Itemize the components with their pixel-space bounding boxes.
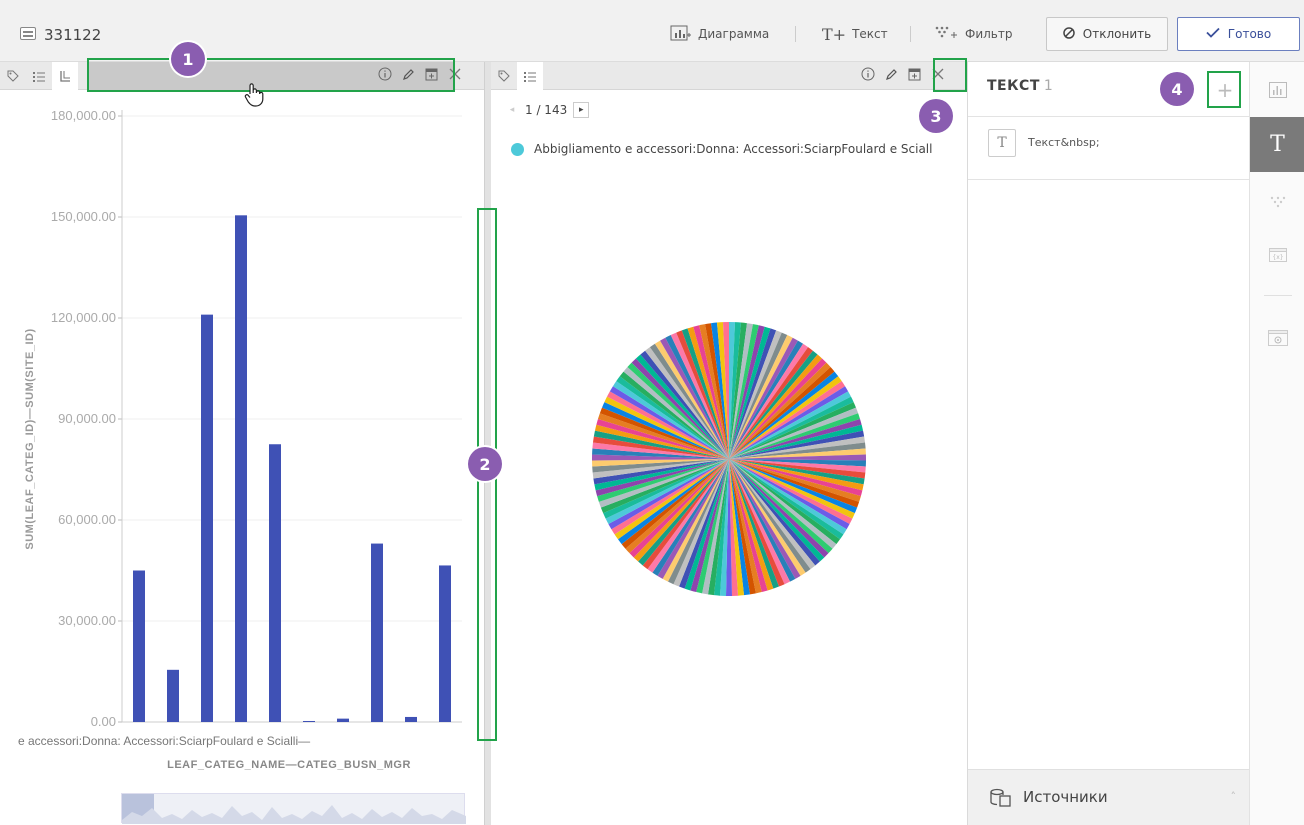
document-title: 331122 [44,26,102,44]
x-axis-label: LEAF_CATEG_NAME—CATEG_BUSN_MGR [167,759,411,771]
list-icon[interactable] [517,62,543,90]
step-badge-4: 4 [1160,72,1194,106]
sources-section[interactable]: Источники ˄ [968,769,1250,825]
chart-overview-scrollbar[interactable] [121,793,466,824]
step-badge-1: 1 [171,42,205,76]
info-icon[interactable] [861,67,875,85]
database-icon [990,788,1012,812]
y-tick-label: 60,000.00 [58,512,116,527]
pie-pane-tabs [491,62,543,90]
y-tick-label: 120,000.00 [51,310,116,325]
text-type-icon: T [988,129,1016,157]
x-tick-label: e accessori:Donna: Accessori:SciarpFoula… [18,734,310,748]
bar[interactable] [269,444,281,722]
checkmark-icon [1206,27,1220,41]
add-filter-label: Фильтр [965,27,1013,41]
chart-panel-icon[interactable] [1250,62,1304,117]
text-item-label: Текст&nbsp; [1028,136,1100,149]
text-panel: ТЕКСТ 1 + T Текст&nbsp; Источники ˄ [967,62,1250,825]
step-badge-3: 3 [919,99,953,133]
y-tick-label: 90,000.00 [58,411,116,426]
y-tick-label: 30,000.00 [58,613,116,628]
tag-icon[interactable] [0,62,26,90]
pencil-icon[interactable] [885,68,898,85]
highlight-drag-handle [87,58,455,92]
add-filter-button[interactable]: Фильтр [935,20,1012,48]
bar[interactable] [133,570,145,723]
hand-cursor-icon [244,83,264,107]
panel-count: 1 [1043,78,1054,94]
text-item[interactable]: T Текст&nbsp; [968,116,1250,180]
highlight-add-text [1207,71,1241,108]
expand-icon[interactable] [908,68,921,85]
bar[interactable] [439,565,451,722]
svg-text:{x}: {x} [1272,254,1283,261]
pie-chart [592,322,866,597]
add-filter-icon [935,26,959,43]
toolbar-divider [910,26,911,42]
done-label: Готово [1227,27,1272,41]
toolbar-divider [795,26,796,42]
overview-sparkline [122,794,466,824]
document-icon [20,27,36,40]
pie-chart-pane: ◂ 1 / 143 ▸ Abbigliamento e accessori:Do… [491,62,967,825]
bar[interactable] [405,716,417,722]
panel-switcher-rail: T {x} [1249,62,1304,825]
bar-chart-pane: 0.00 30,000.00 60,000.00 90,000.00 120,000.0… [0,62,485,825]
list-icon[interactable] [26,62,52,90]
bar-pane-tabs [0,62,78,90]
add-text-icon: T+ [822,24,847,44]
chevron-up-icon[interactable]: ˄ [1231,790,1237,803]
y-tick-label: 0.00 [91,714,116,729]
add-chart-label: Диаграмма [698,27,770,41]
filter-panel-icon[interactable] [1250,174,1304,229]
image-panel-icon[interactable] [1250,310,1304,365]
reject-button[interactable]: Отклонить [1046,17,1168,51]
bar[interactable] [337,718,349,722]
bar[interactable] [303,720,315,722]
tag-icon[interactable] [491,62,517,90]
y-tick-label: 150,000.00 [51,209,116,224]
rail-divider [1264,295,1292,296]
add-text-button[interactable]: T+ Текст [822,20,888,48]
bar[interactable] [235,215,247,723]
reject-label: Отклонить [1082,27,1152,41]
axes-icon[interactable] [52,62,78,90]
panel-title: ТЕКСТ 1 [987,78,1053,94]
add-text-label: Текст [852,27,888,41]
bar[interactable] [371,543,383,722]
variable-panel-icon[interactable]: {x} [1250,227,1304,282]
bar-chart: 0.00 30,000.00 60,000.00 90,000.00 120,000.0… [18,108,462,771]
panel-title-text: ТЕКСТ [987,78,1040,94]
reject-icon [1063,26,1075,42]
done-button[interactable]: Готово [1177,17,1300,51]
pie-pane-header [491,62,967,90]
text-panel-icon[interactable]: T [1250,117,1304,172]
y-tick-label: 180,000.00 [51,108,116,123]
y-axis-label: SUM(LEAF_CATEG_ID)—SUM(SITE_ID) [24,328,36,549]
sources-label: Источники [1023,788,1108,806]
step-badge-2: 2 [468,447,502,481]
bar[interactable] [167,669,179,722]
add-chart-button[interactable]: Диаграмма [670,20,769,48]
highlight-close [933,58,967,92]
bar[interactable] [201,314,213,722]
add-chart-icon [670,25,692,44]
